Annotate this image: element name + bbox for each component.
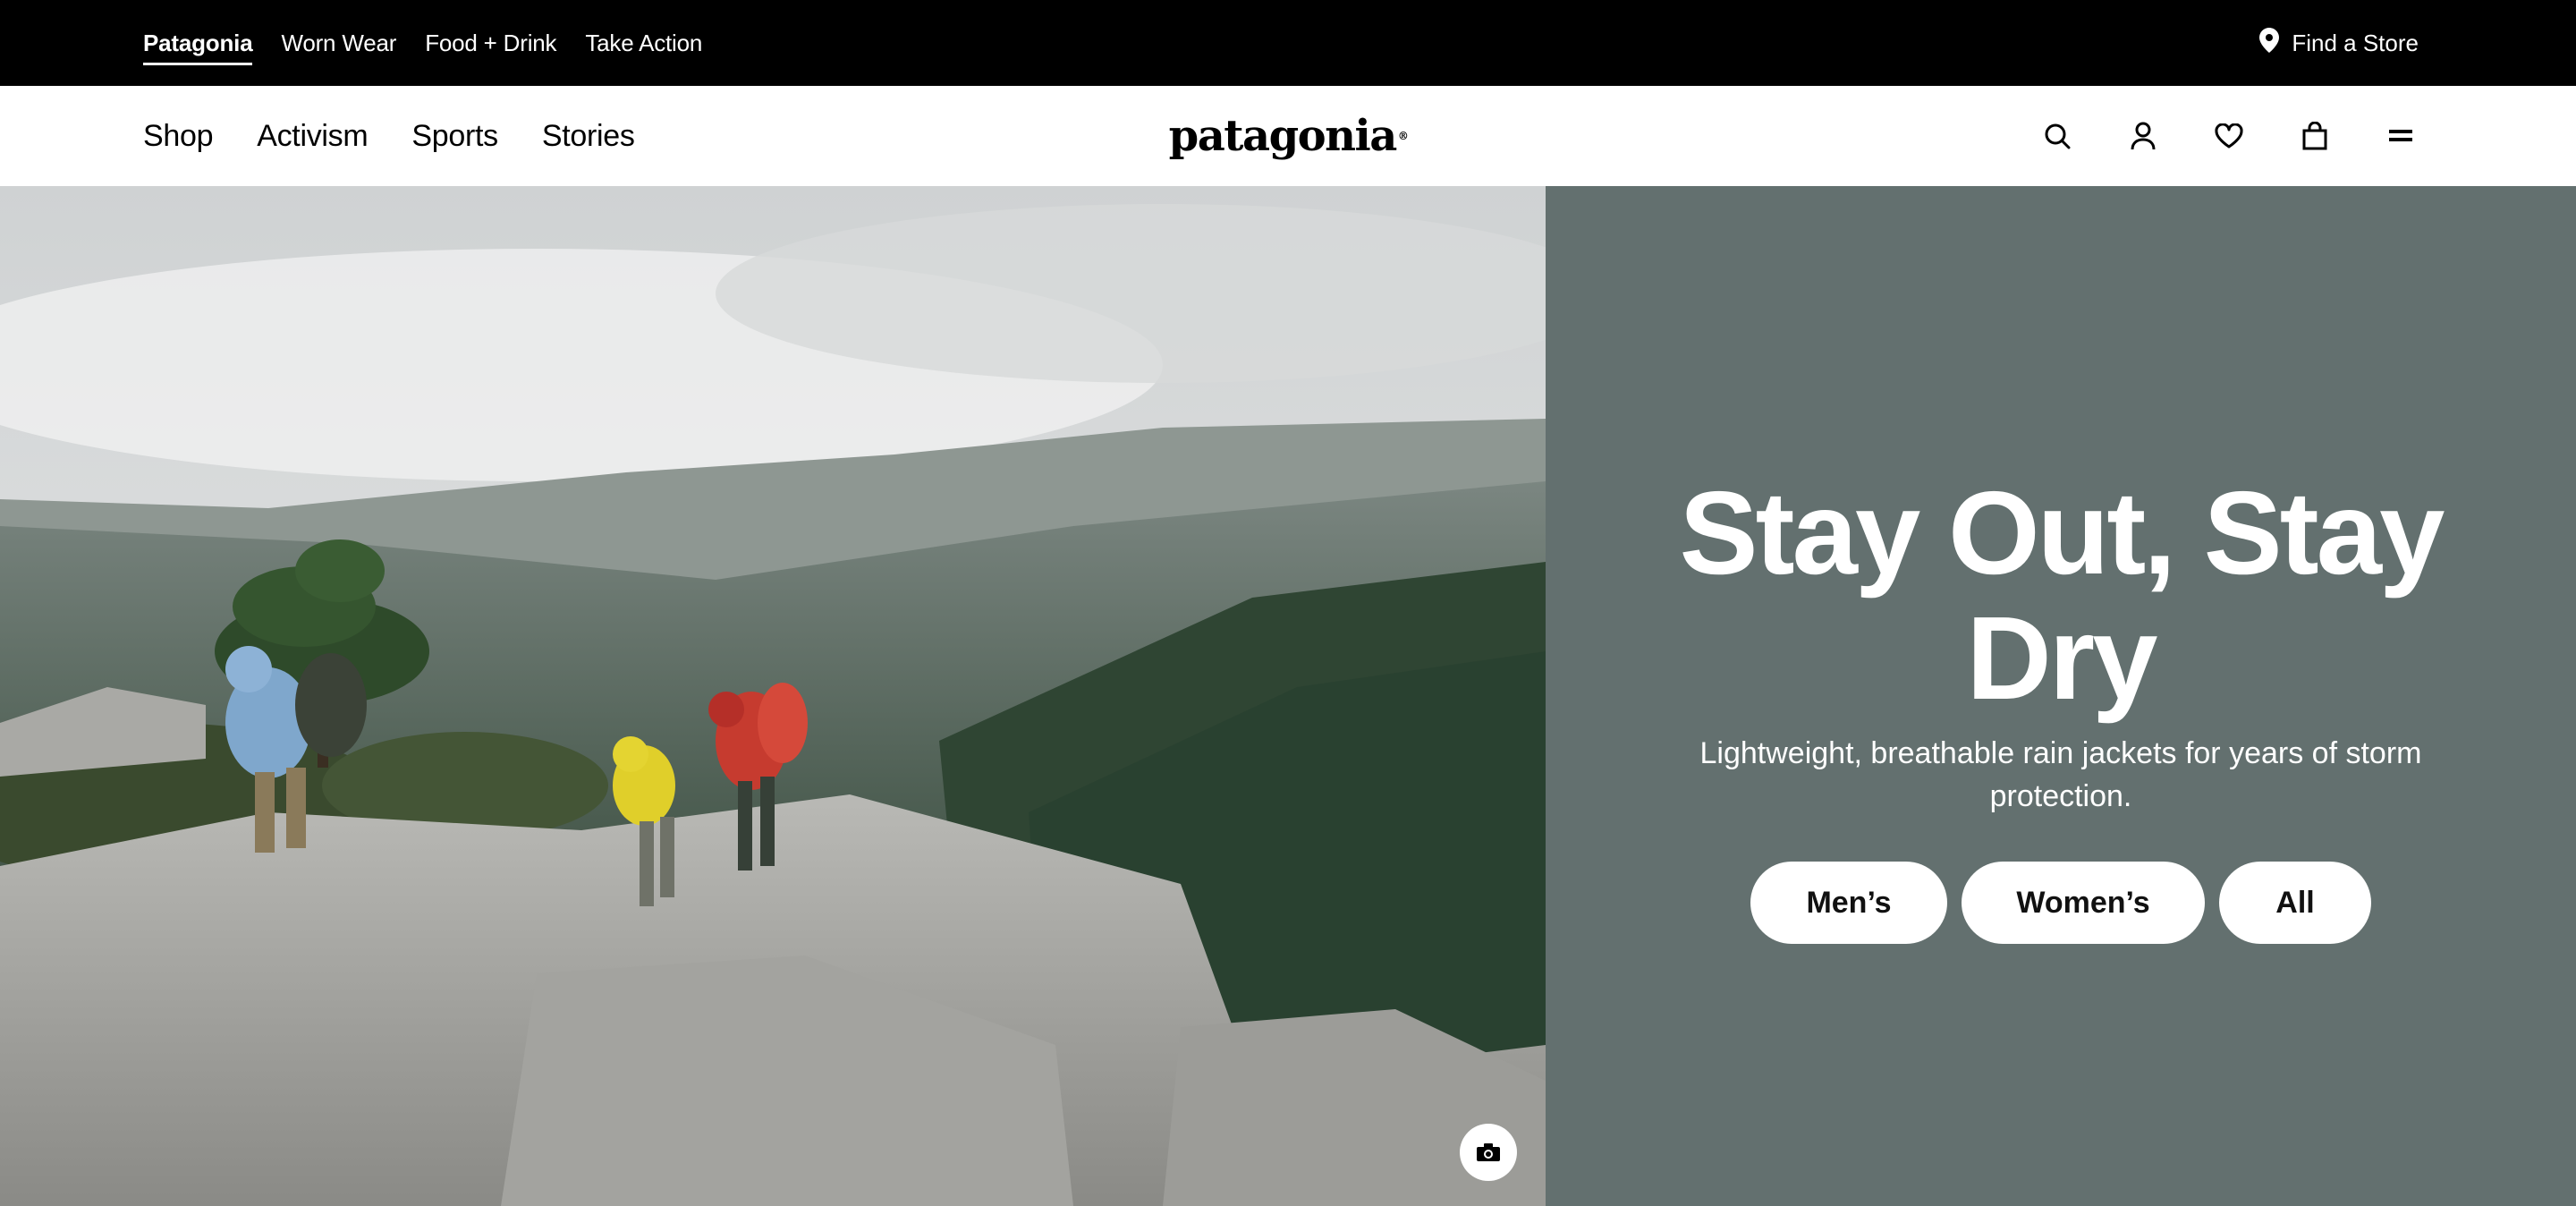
map-pin-icon (2259, 27, 2292, 59)
hero-headline: Stay Out, Stay Dry (1679, 467, 2445, 724)
nav-item-shop[interactable]: Shop (143, 119, 214, 154)
logo-wordmark: patagonia (1168, 111, 1398, 161)
brand-link-take-action[interactable]: Take Action (585, 0, 702, 86)
brand-switcher: Patagonia Worn Wear Food + Drink Take Ac… (143, 0, 731, 86)
brand-link-patagonia[interactable]: Patagonia (143, 0, 253, 86)
nav-item-sports[interactable]: Sports (411, 119, 498, 154)
mens-button[interactable]: Men’s (1750, 862, 1947, 944)
registered-mark: ® (1397, 130, 1409, 142)
womens-button[interactable]: Women’s (1962, 862, 2205, 944)
brand-link-worn-wear[interactable]: Worn Wear (281, 0, 396, 86)
hero-photo-mountain-hikers (0, 186, 1546, 1206)
find-store-label: Find a Store (2292, 29, 2419, 56)
camera-icon[interactable] (1460, 1124, 1517, 1181)
hero-image (0, 186, 1546, 1206)
menu-icon[interactable] (2383, 118, 2419, 154)
account-icon[interactable] (2125, 118, 2161, 154)
nav-item-stories[interactable]: Stories (542, 119, 635, 154)
header-icons (1989, 86, 2419, 186)
heart-icon[interactable] (2211, 118, 2247, 154)
primary-nav-links: Shop Activism Sports Stories (143, 86, 679, 186)
bag-icon[interactable] (2297, 118, 2333, 154)
utility-bar: Patagonia Worn Wear Food + Drink Take Ac… (0, 0, 2576, 86)
brand-link-food-drink[interactable]: Food + Drink (425, 0, 556, 86)
hero-subtext: Lightweight, breathable rain jackets for… (1699, 736, 2422, 813)
all-button[interactable]: All (2219, 862, 2371, 944)
hero-cta-group: Men’s Women’s All (1546, 862, 2576, 944)
find-store-link[interactable]: Find a Store (2259, 0, 2419, 86)
hero-panel: Stay Out, Stay Dry Lightweight, breathab… (1546, 186, 2576, 1206)
site-logo[interactable]: patagonia ® (1169, 111, 1409, 161)
search-icon[interactable] (2039, 118, 2075, 154)
nav-item-activism[interactable]: Activism (257, 119, 368, 154)
